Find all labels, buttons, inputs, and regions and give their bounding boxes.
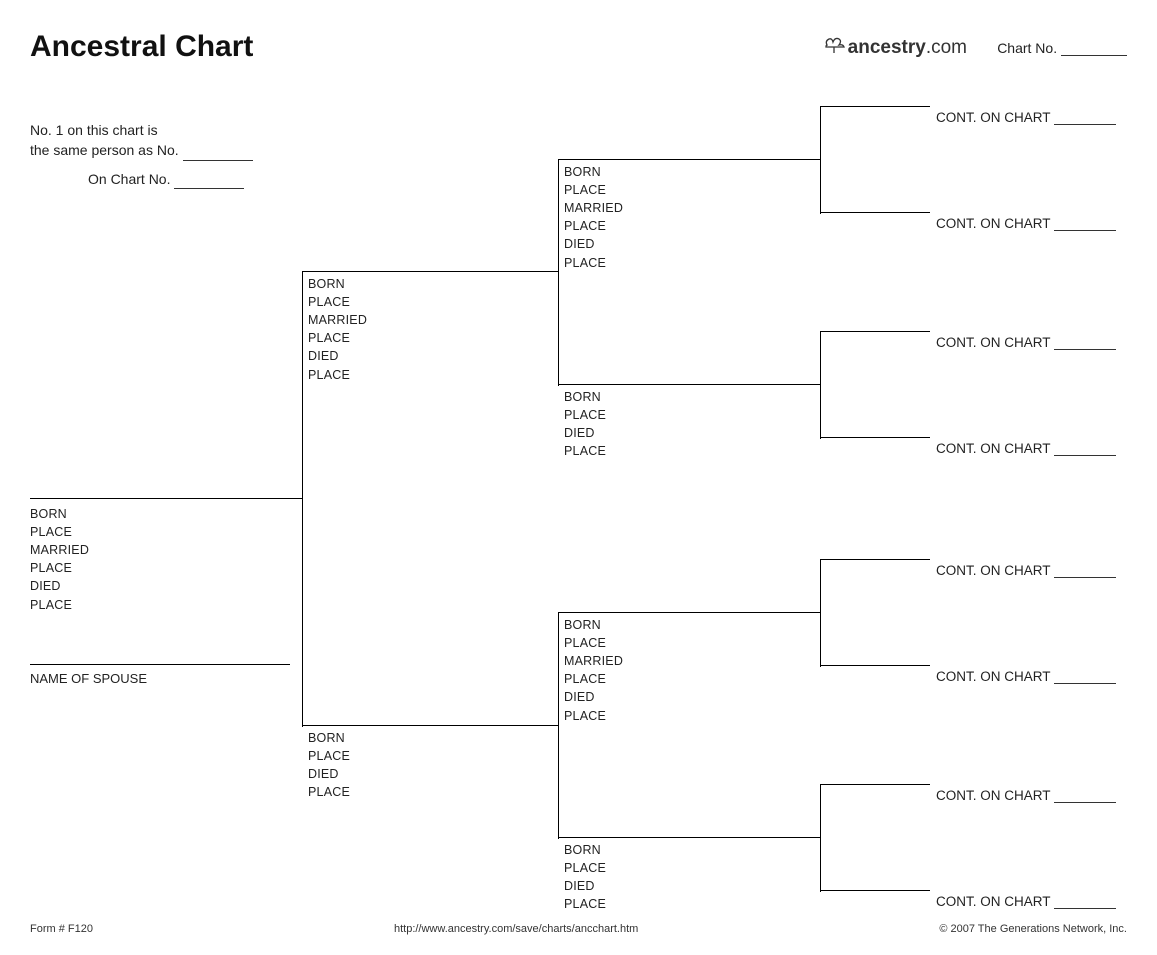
brand-logo: ancestry.com	[824, 35, 967, 61]
bracket-gen3-top	[558, 159, 559, 386]
brand-dotcom: .com	[926, 37, 967, 58]
footer: Form # F120 http://www.ancestry.com/save…	[30, 923, 1127, 935]
brand-name: ancestry	[848, 37, 926, 58]
footer-copyright: © 2007 The Generations Network, Inc.	[939, 923, 1127, 935]
chart-number-label: Chart No.	[997, 40, 1127, 56]
bracket-gen2	[302, 271, 303, 727]
person-6: BORNPLACE MARRIEDPLACE DIEDPLACE	[564, 616, 814, 725]
cont-14: CONT. ON CHART	[936, 788, 1116, 803]
cont-12: CONT. ON CHART	[936, 563, 1116, 578]
person-1: BORNPLACE MARRIEDPLACE DIEDPLACE	[30, 497, 302, 614]
footer-url: http://www.ancestry.com/save/charts/ancc…	[394, 923, 638, 935]
cont-15: CONT. ON CHART	[936, 894, 1116, 909]
cont-8: CONT. ON CHART	[936, 110, 1116, 125]
bracket-gen4-4	[820, 784, 821, 892]
bracket-gen4-2	[820, 331, 821, 439]
cont-9: CONT. ON CHART	[936, 216, 1116, 231]
ancestral-tree: BORNPLACE MARRIEDPLACE DIEDPLACE NAME OF…	[30, 199, 1127, 919]
bracket-gen3-bot	[558, 612, 559, 839]
spouse-line: NAME OF SPOUSE	[30, 664, 290, 686]
bracket-gen4-3	[820, 559, 821, 667]
person-5: BORNPLACE DIEDPLACE	[564, 388, 814, 461]
person-4: BORNPLACE MARRIEDPLACE DIEDPLACE	[564, 163, 814, 272]
person-3: BORNPLACE DIEDPLACE	[308, 729, 558, 802]
person-2: BORNPLACE MARRIEDPLACE DIEDPLACE	[308, 275, 558, 384]
cont-10: CONT. ON CHART	[936, 335, 1116, 350]
cont-13: CONT. ON CHART	[936, 669, 1116, 684]
form-number: Form # F120	[30, 923, 93, 935]
bracket-gen4-1	[820, 106, 821, 214]
cont-11: CONT. ON CHART	[936, 441, 1116, 456]
leaf-icon	[824, 35, 846, 61]
person-7: BORNPLACE DIEDPLACE	[564, 841, 814, 914]
